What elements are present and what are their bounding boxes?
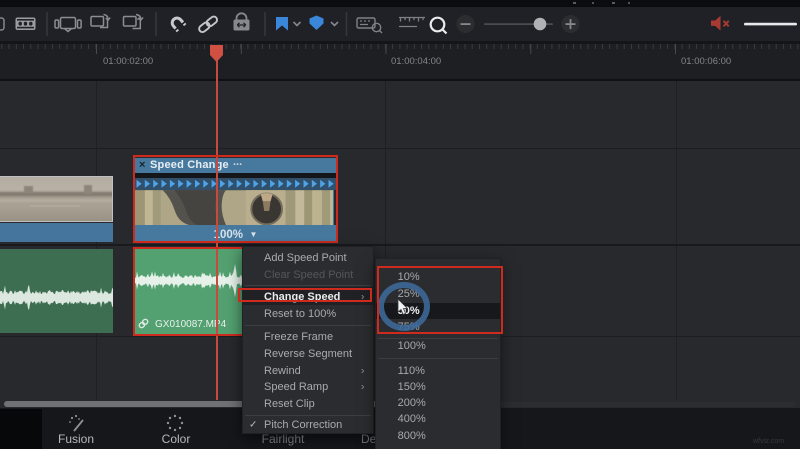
svg-text:01:00:06:00: 01:00:06:00 — [681, 56, 731, 67]
svg-text:01:00:04:00: 01:00:04:00 — [391, 56, 441, 67]
svg-text:01:00:02:00: 01:00:02:00 — [103, 56, 153, 67]
